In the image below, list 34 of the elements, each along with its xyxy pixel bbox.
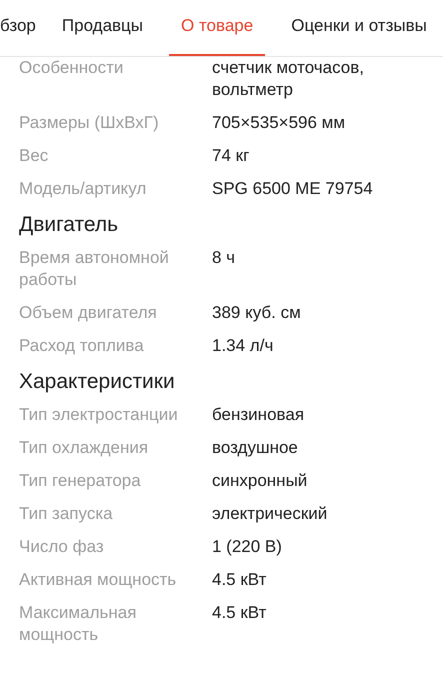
spec-label: Максимальная мощность — [19, 602, 138, 646]
spec-value: 389 куб. см — [212, 302, 302, 324]
tab[interactable]: О товаре — [169, 12, 266, 56]
spec-label: Размеры (ШхВхГ) — [19, 112, 160, 134]
tab[interactable]: Продавцы — [62, 12, 144, 56]
spec-label: Модель/артикул — [19, 178, 148, 200]
section-heading: Характеристики — [19, 369, 176, 395]
section-heading: Двигатель — [19, 212, 120, 238]
spec-label: Тип охлаждения — [19, 437, 150, 459]
spec-value: синхронный — [212, 470, 308, 492]
spec-label: Тип запуска — [19, 503, 114, 525]
spec-value: 1 (220 В) — [212, 536, 283, 558]
spec-value: бензиновая — [212, 404, 306, 426]
spec-value: 1.34 л/ч — [212, 335, 274, 357]
spec-value: электрический — [212, 503, 328, 525]
spec-label: Расход топлива — [19, 335, 145, 357]
tab[interactable]: бзор — [0, 12, 36, 56]
spec-value: 74 кг — [212, 145, 250, 167]
spec-value: 8 ч — [212, 247, 236, 269]
spec-label: Время автономной работы — [19, 247, 170, 291]
spec-label: Активная мощность — [19, 569, 178, 591]
spec-label: Тип электростанции — [19, 404, 179, 426]
spec-label: Объем двигателя — [19, 302, 158, 324]
spec-value: счетчик моточасов, вольтметр — [212, 57, 366, 101]
spec-label: Особенности — [19, 57, 124, 79]
tab[interactable]: Оценки и отзывы — [291, 12, 427, 56]
spec-label: Тип генератора — [19, 470, 142, 492]
spec-value: SPG 6500 ME 79754 — [212, 178, 374, 200]
spec-value: 705×535×596 мм — [212, 112, 346, 134]
spec-label: Вес — [19, 145, 50, 167]
spec-value: 4.5 кВт — [212, 602, 268, 624]
spec-value: 4.5 кВт — [212, 569, 268, 591]
spec-value: воздушное — [212, 437, 299, 459]
spec-label: Число фаз — [19, 536, 105, 558]
